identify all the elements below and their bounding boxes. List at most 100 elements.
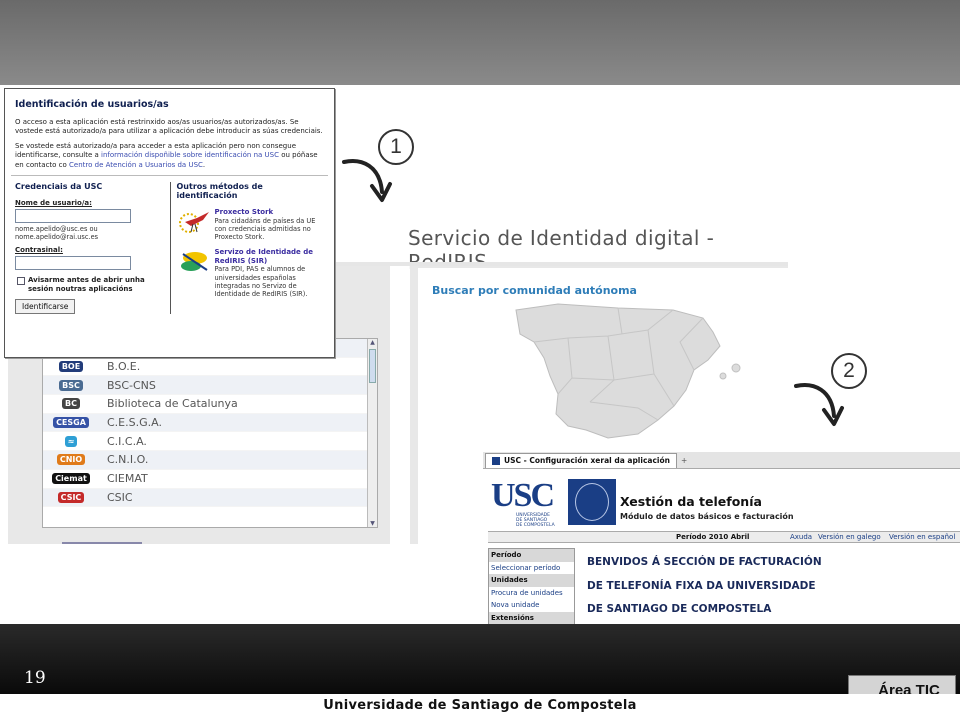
browser-tab-bar: USC - Configuración xeral da aplicación … (483, 452, 960, 469)
welcome-line: DE TELEFONÍA FIXA DA UNIVERSIDADE (587, 579, 816, 592)
login-divider (11, 175, 328, 177)
app-title: Xestión da telefonía (620, 494, 762, 509)
password-input[interactable] (15, 255, 131, 270)
welcome-line: BENVIDOS Á SECCIÓN DE FACTURACIÓN (587, 556, 822, 568)
seal-emblem (575, 483, 609, 521)
institution-name: BSC-CNS (107, 378, 156, 392)
telefonia-screenshot: USC - Configuración xeral da aplicación … (483, 452, 960, 627)
institution-logo-mark: BOE (58, 361, 84, 373)
help-link[interactable]: Axuda (790, 533, 812, 541)
institution-logo-mark: CNIO (56, 454, 86, 466)
remind-checkbox[interactable] (17, 276, 25, 285)
slide-footer-band (0, 624, 960, 694)
app-toolbar: Período 2010 Abril Axuda Versión en gale… (488, 531, 960, 543)
scroll-down-icon[interactable]: ▼ (368, 520, 377, 527)
stork-option[interactable]: Proxecto Stork Para cidadáns de países d… (177, 208, 325, 241)
institution-name: C.E.S.G.A. (107, 416, 162, 430)
usc-logo-subtitle-text: UNIVERSIDADE DE SANTIAGO DE COMPOSTELA (516, 513, 555, 528)
current-period: Período 2010 Abril (676, 533, 750, 541)
institution-name: C.I.C.A. (107, 434, 147, 448)
app-header: USC UNIVERSIDADE DE SANTIAGO DE COMPOSTE… (483, 469, 960, 529)
footer-university-name: Universidade de Santiago de Compostela (0, 694, 960, 720)
scroll-up-icon[interactable]: ▲ (368, 339, 377, 348)
university-seal-icon (568, 479, 616, 525)
username-hint: nome.apelido@usc.es ou nome.apelido@rai.… (15, 225, 99, 242)
stork-logo-icon (178, 212, 209, 234)
institution-name: CIEMAT (107, 472, 148, 486)
login-intro: O acceso a esta aplicación está restrinx… (15, 118, 323, 136)
browser-tab[interactable]: USC - Configuración xeral da aplicación (485, 452, 677, 468)
app-sidebar: Período Seleccionar período Unidades Procur… (488, 548, 575, 625)
remind-option[interactable]: Avisarme antes de abrir unha sesión nout… (15, 276, 164, 294)
galician-version-link[interactable]: Versión en galego (818, 533, 881, 541)
curved-arrow-1-icon (342, 159, 392, 202)
institution-list-scrollbar[interactable]: ▲ ▼ (367, 339, 377, 527)
sir-option[interactable]: Servizo de Identidade de RedIRIS (SIR) P… (177, 248, 325, 298)
institution-row[interactable]: CESGA C.E.S.G.A. (43, 413, 377, 433)
spain-map[interactable] (498, 298, 748, 448)
other-methods-heading: Outros métodos de identificación (176, 182, 263, 201)
new-tab-icon[interactable]: + (681, 456, 687, 465)
stork-title: Proxecto Stork (214, 208, 274, 217)
institution-list[interactable]: cblB.C.B.L.BOEB.O.E.BSCBSC-CNSBCBibliote… (42, 338, 378, 528)
slide-number: 19 (24, 668, 46, 688)
sir-description: Para PDI, PAS e alumnos de universidades… (214, 265, 308, 299)
other-methods-section: Outros métodos de identificación Proxect… (169, 182, 325, 314)
usc-logo-subtitle: UNIVERSIDADE DE SANTIAGO DE COMPOSTELA (516, 513, 555, 528)
institution-logo-icon: CNIO (43, 453, 99, 467)
institution-logo-icon: CSIC (43, 490, 99, 504)
institution-logo-icon: CESGA (43, 416, 99, 430)
usc-credentials-section: Credenciais da USC Nome de usuario/a: no… (15, 182, 170, 314)
login-help: Se vostede está autorizado/a para accede… (15, 142, 324, 170)
institution-logo-mark: CSIC (57, 491, 85, 503)
username-input[interactable] (15, 209, 131, 224)
sidebar-section-header: Extensións (489, 611, 574, 625)
welcome-line: DE SANTIAGO DE COMPOSTELA (587, 603, 772, 615)
institution-row[interactable]: BOE B.O.E. (43, 358, 377, 377)
institution-name: Biblioteca de Catalunya (107, 397, 238, 411)
search-by-region-heading: Buscar por comunidad autónoma (432, 284, 637, 297)
sidebar-link[interactable]: Procura de unidades (489, 586, 574, 600)
usc-login-dialog: Identificación de usuarios/as O acceso a… (4, 88, 335, 358)
welcome-message: BENVIDOS Á SECCIÓN DE FACTURACIÓN DE TEL… (587, 556, 822, 627)
sidebar-link[interactable]: Seleccionar período (489, 561, 574, 575)
institution-logo-icon: BC (43, 397, 99, 411)
login-title: Identificación de usuarios/as (15, 99, 169, 110)
curved-arrow-2-icon (794, 383, 844, 426)
institution-logo-mark: CESGA (53, 417, 89, 429)
institution-logo-mark: BC (62, 398, 80, 410)
stork-description: Para cidadáns de países da UE con creden… (214, 216, 316, 242)
institution-logo-mark: ≈ (64, 435, 78, 447)
login-button[interactable]: Identificarse (15, 298, 76, 314)
app-subtitle: Módulo de datos básicos e facturación (620, 512, 794, 521)
password-label: Contrasinal: (15, 245, 63, 254)
sir-title: Servizo de Identidade de RedIRIS (SIR) (214, 248, 314, 265)
institution-row[interactable]: Ciemat CIEMAT (43, 470, 377, 489)
sidebar-section-header: Período (489, 549, 574, 562)
institution-name: CSIC (107, 490, 133, 504)
spanish-version-link[interactable]: Versión en español (889, 533, 955, 541)
remind-label: Avisarme antes de abrir unha sesión nout… (28, 275, 145, 293)
institution-row[interactable]: CNIO C.N.I.O. (43, 451, 377, 470)
institution-name: C.N.I.O. (107, 453, 149, 467)
help-text-3: . (202, 160, 206, 169)
institution-logo-icon: Ciemat (43, 472, 99, 486)
institution-name: B.O.E. (107, 360, 141, 374)
institution-logo-icon: ≈ (43, 434, 99, 448)
identification-info-link[interactable]: información dispoñible sobre identificac… (101, 151, 279, 159)
sir-logo-icon (180, 252, 208, 272)
slide-header-band (0, 0, 960, 85)
sidebar-link[interactable]: Nova unidade (489, 599, 574, 612)
sidebar-section-header: Unidades (489, 574, 574, 587)
institution-logo-icon: BOE (43, 360, 99, 374)
institution-logo-mark: BSC (59, 379, 83, 391)
username-label: Nome de usuario/a: (15, 199, 92, 208)
scrollbar-thumb[interactable] (369, 349, 376, 383)
institution-row[interactable]: BC Biblioteca de Catalunya (43, 395, 377, 414)
institution-row[interactable]: ≈ C.I.C.A. (43, 432, 377, 452)
credentials-heading: Credenciais da USC (15, 182, 103, 192)
scrollbar-edge (62, 542, 142, 544)
institution-row[interactable]: BSC BSC-CNS (43, 376, 377, 396)
support-center-link[interactable]: Centro de Atención a Usuarios da USC (69, 161, 203, 169)
institution-row[interactable]: CSIC CSIC (43, 488, 377, 508)
